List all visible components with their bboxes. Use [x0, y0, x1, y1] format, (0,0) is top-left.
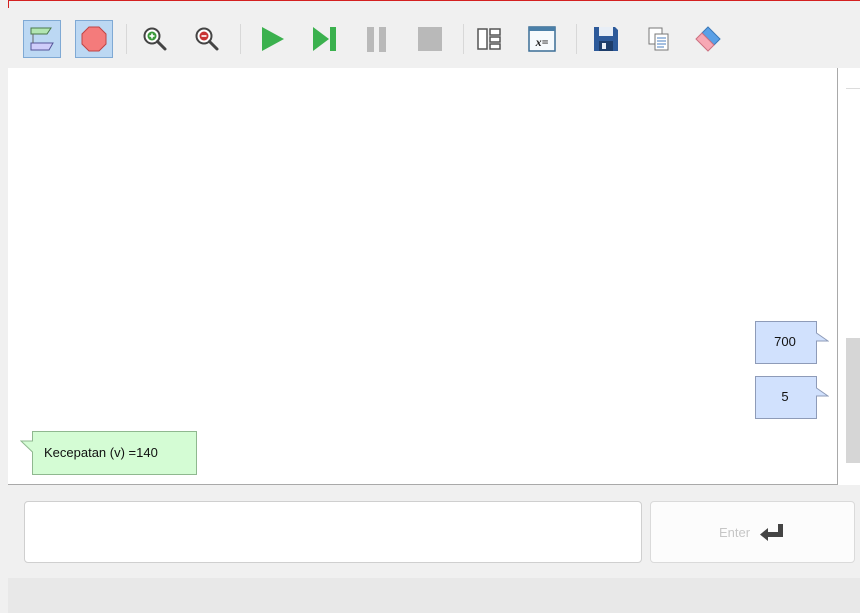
console-input-flag-1: 700	[755, 321, 829, 364]
input-value-700: 700	[774, 334, 796, 349]
console-input-flag-2: 5	[755, 376, 829, 419]
pause-icon	[367, 27, 386, 52]
step-button[interactable]	[305, 20, 343, 58]
floppy-disk-icon	[594, 27, 618, 51]
stop-octagon-icon	[81, 26, 107, 52]
pause-button[interactable]	[358, 20, 396, 58]
save-button[interactable]	[587, 20, 625, 58]
variables-icon: x=	[528, 26, 556, 52]
run-button[interactable]	[253, 20, 291, 58]
play-icon	[262, 27, 284, 51]
zoom-in-icon	[143, 27, 167, 51]
toolbar-separator	[126, 24, 127, 54]
scrollbar-thumb[interactable]	[846, 338, 860, 463]
toolbar-separator	[240, 24, 241, 54]
stop-button[interactable]	[411, 20, 449, 58]
layout-icon	[477, 28, 501, 50]
input-panel: Enter	[8, 485, 860, 613]
console-input-field[interactable]	[24, 501, 642, 563]
zoom-out-button[interactable]	[188, 20, 226, 58]
mode-flowchart-button[interactable]	[23, 20, 61, 58]
status-band	[8, 578, 860, 613]
window-border-top	[8, 0, 860, 1]
copy-icon	[648, 27, 669, 51]
toolbar-separator	[576, 24, 577, 54]
zoom-in-button[interactable]	[136, 20, 174, 58]
eraser-icon	[695, 26, 721, 52]
toolbar: x=	[8, 8, 860, 68]
console-output-flag: Kecepatan (v) =140	[20, 431, 198, 475]
variables-icon-text: x=	[535, 35, 549, 49]
clear-button[interactable]	[689, 20, 727, 58]
console-canvas: 700 5 Kecepatan (v) =140	[8, 68, 838, 485]
layout-button[interactable]	[470, 20, 508, 58]
step-forward-icon	[313, 27, 336, 51]
enter-button-label: Enter	[718, 524, 751, 540]
input-value-5: 5	[781, 389, 789, 404]
enter-return-icon	[760, 524, 784, 541]
toolbar-separator	[463, 24, 464, 54]
stop-square-icon	[418, 27, 442, 51]
output-text: Kecepatan (v) =140	[44, 445, 158, 460]
scroll-track-line	[846, 88, 860, 89]
copy-button[interactable]	[640, 20, 678, 58]
enter-button[interactable]: Enter	[650, 501, 855, 563]
variables-button[interactable]: x=	[523, 20, 561, 58]
flowchart-icon	[30, 27, 54, 51]
stop-mode-button[interactable]	[75, 20, 113, 58]
zoom-out-icon	[195, 27, 219, 51]
